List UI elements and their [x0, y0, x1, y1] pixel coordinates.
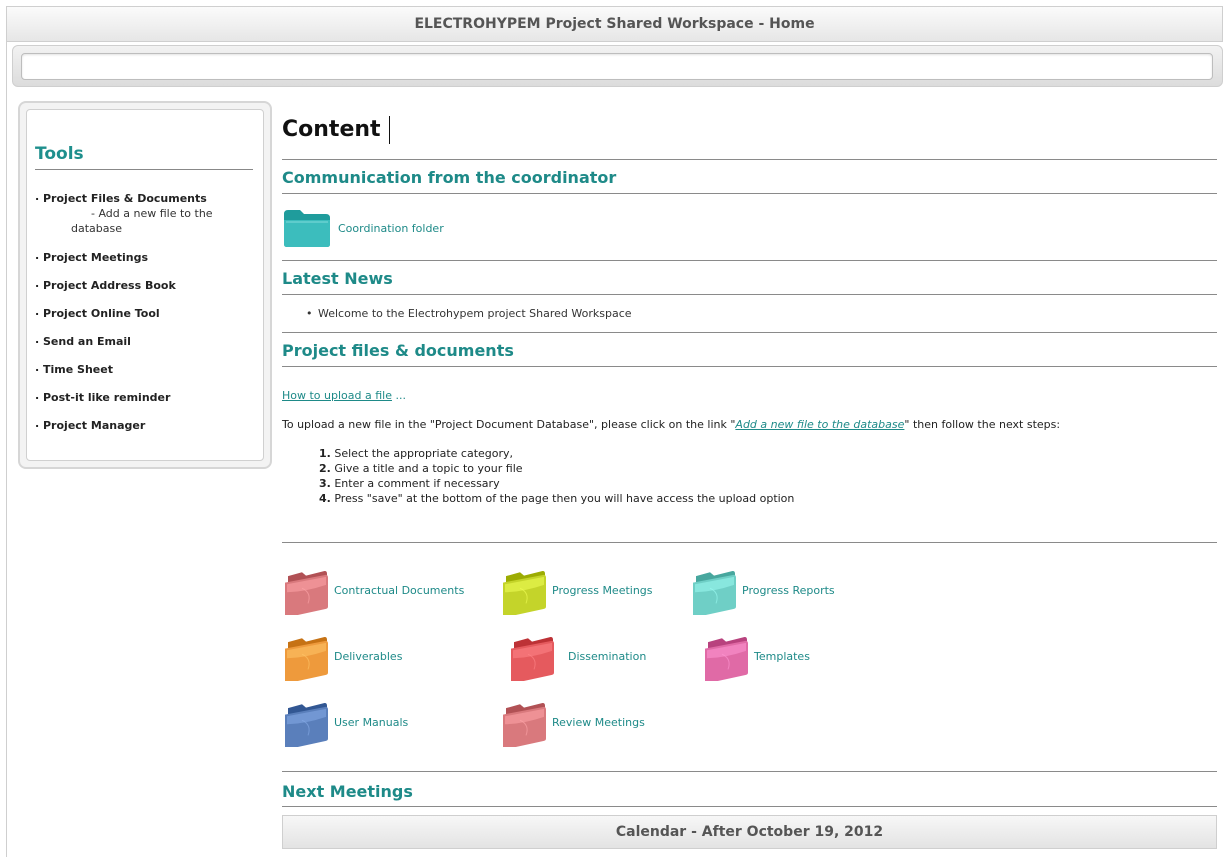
howto-line: How to upload a file ... — [282, 389, 1217, 402]
text-cursor — [388, 116, 390, 144]
howto-suffix: ... — [391, 389, 406, 402]
communication-heading: Communication from the coordinator — [282, 160, 1217, 194]
tool-label[interactable]: Send an Email — [43, 335, 131, 348]
files-body: How to upload a file ... To upload a new… — [282, 367, 1217, 506]
tool-sub-line: database — [71, 222, 122, 235]
tool-online-tool[interactable]: Project Online Tool — [35, 305, 253, 320]
tool-label[interactable]: Project Manager — [43, 419, 145, 432]
files-section: Project files & documents How to upload … — [282, 332, 1217, 506]
tool-label[interactable]: Project Files & Documents — [43, 192, 207, 205]
howto-upload-link[interactable]: How to upload a file — [282, 389, 392, 402]
upload-steps: 1. Select the appropriate category, 2. G… — [319, 446, 1217, 506]
folder-label[interactable]: Dissemination — [568, 650, 646, 663]
folder-review-meetings[interactable]: Review Meetings — [500, 697, 645, 747]
step-number: 4. — [319, 492, 331, 505]
window-title: ELECTROHYPEM Project Shared Workspace - … — [6, 6, 1223, 42]
folder-progress-reports[interactable]: Progress Reports — [690, 565, 835, 615]
tool-label[interactable]: Project Online Tool — [43, 307, 160, 320]
add-file-link[interactable]: Add a new file to the database — [735, 418, 904, 431]
folder-icon — [284, 210, 330, 247]
folder-label[interactable]: Progress Meetings — [552, 584, 653, 597]
search-input[interactable] — [21, 53, 1213, 80]
tool-project-files[interactable]: Project Files & Documents - Add a new fi… — [35, 190, 253, 236]
tool-address-book[interactable]: Project Address Book — [35, 277, 253, 292]
search-bar — [12, 45, 1223, 87]
tool-postit-reminder[interactable]: Post-it like reminder — [35, 389, 253, 404]
step-text: Enter a comment if necessary — [334, 477, 500, 490]
folder-label[interactable]: Contractual Documents — [334, 584, 464, 597]
folder-icon — [285, 703, 328, 747]
tool-send-email[interactable]: Send an Email — [35, 333, 253, 348]
tool-label[interactable]: Post-it like reminder — [43, 391, 170, 404]
folder-icon — [285, 637, 328, 681]
main-content: Content Communication from the coordinat… — [282, 110, 1217, 849]
tool-time-sheet[interactable]: Time Sheet — [35, 361, 253, 376]
communication-section: Communication from the coordinator Coord… — [282, 159, 1217, 260]
folder-label[interactable]: Progress Reports — [742, 584, 835, 597]
tool-label[interactable]: Project Address Book — [43, 279, 176, 292]
tools-sidebar: Tools Project Files & Documents - Add a … — [18, 101, 272, 469]
news-list: Welcome to the Electrohypem project Shar… — [282, 295, 1217, 332]
files-heading: Project files & documents — [282, 333, 1217, 367]
folder-icon — [285, 571, 328, 615]
step-item: 1. Select the appropriate category, — [319, 446, 1217, 461]
page-title-text: Content — [282, 117, 381, 142]
folder-label[interactable]: User Manuals — [334, 716, 408, 729]
next-meetings-heading: Next Meetings — [282, 772, 1217, 807]
folder-progress-meetings[interactable]: Progress Meetings — [500, 565, 653, 615]
step-number: 2. — [319, 462, 331, 475]
folder-icon — [503, 703, 546, 747]
tool-project-manager[interactable]: Project Manager — [35, 417, 253, 432]
folder-templates[interactable]: Templates — [702, 631, 810, 681]
folder-icon — [705, 637, 748, 681]
news-heading: Latest News — [282, 261, 1217, 295]
folder-user-manuals[interactable]: User Manuals — [282, 697, 408, 747]
upload-prefix: To upload a new file in the "Project Doc… — [282, 418, 736, 431]
folder-deliverables[interactable]: Deliverables — [282, 631, 402, 681]
step-text: Give a title and a topic to your file — [334, 462, 523, 475]
tool-label[interactable]: Project Meetings — [43, 251, 148, 264]
step-text: Select the appropriate category, — [334, 447, 514, 460]
step-number: 1. — [319, 447, 331, 460]
folder-label[interactable]: Templates — [754, 650, 810, 663]
coordination-folder-label[interactable]: Coordination folder — [338, 222, 444, 235]
upload-instructions: To upload a new file in the "Project Doc… — [282, 418, 1217, 431]
news-item: Welcome to the Electrohypem project Shar… — [306, 307, 1217, 320]
page-title: Content — [282, 110, 1217, 150]
step-item: 4. Press "save" at the bottom of the pag… — [319, 491, 1217, 506]
folder-icon — [503, 571, 546, 615]
tool-project-meetings[interactable]: Project Meetings — [35, 249, 253, 264]
folder-dissemination[interactable]: Dissemination — [508, 631, 646, 681]
news-section: Latest News Welcome to the Electrohypem … — [282, 260, 1217, 332]
step-text: Press "save" at the bottom of the page t… — [334, 492, 795, 505]
upload-suffix: " then follow the next steps: — [904, 418, 1061, 431]
folder-contractual-documents[interactable]: Contractual Documents — [282, 565, 464, 615]
sidebar-title: Tools — [35, 144, 253, 170]
tool-label[interactable]: Time Sheet — [43, 363, 113, 376]
step-number: 3. — [319, 477, 331, 490]
next-meetings-section: Next Meetings Calendar - After October 1… — [282, 771, 1217, 849]
step-item: 2. Give a title and a topic to your file — [319, 461, 1217, 476]
tool-add-file-link[interactable]: - Add a new file to the database — [43, 206, 253, 236]
calendar-bar[interactable]: Calendar - After October 19, 2012 — [282, 815, 1217, 849]
step-item: 3. Enter a comment if necessary — [319, 476, 1217, 491]
folder-label[interactable]: Review Meetings — [552, 716, 645, 729]
folder-grid: Contractual Documents Progress Meetings … — [282, 543, 1217, 771]
folder-icon — [511, 637, 554, 681]
folder-icon — [693, 571, 736, 615]
tool-sub-line: - Add a new file to the — [91, 207, 213, 220]
coordination-folder-link[interactable]: Coordination folder — [282, 194, 1217, 260]
folder-label[interactable]: Deliverables — [334, 650, 402, 663]
tools-panel: Tools Project Files & Documents - Add a … — [26, 109, 264, 461]
